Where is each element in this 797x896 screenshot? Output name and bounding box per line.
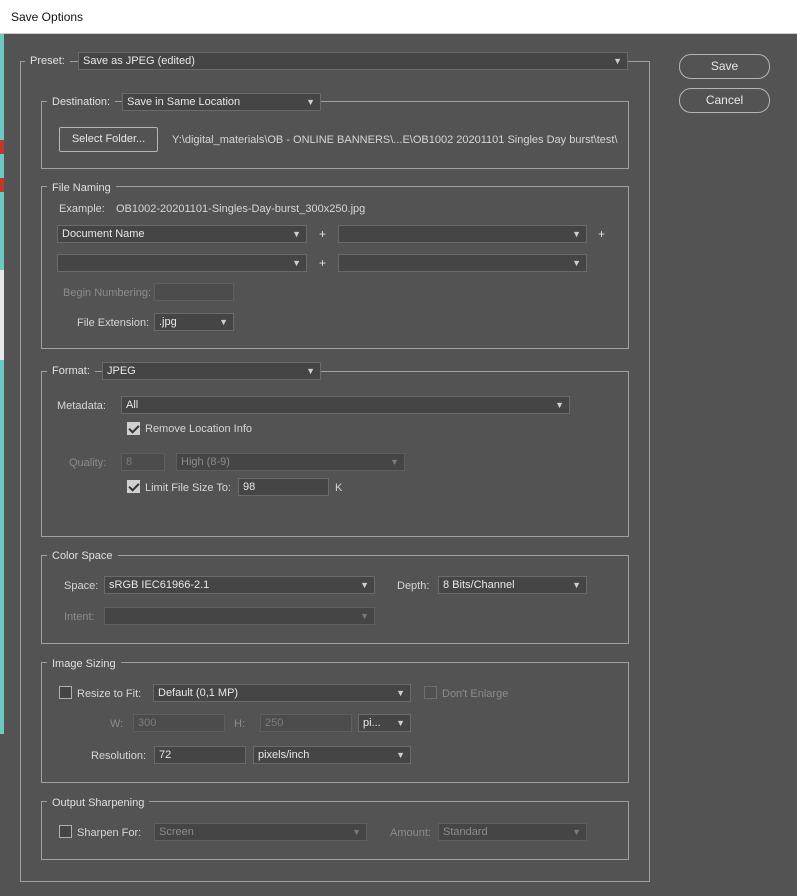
limit-file-size-checkbox[interactable] [127,480,140,493]
chevron-down-icon: ▼ [572,580,581,590]
preset-value: Save as JPEG (edited) [83,55,195,67]
begin-numbering-input[interactable] [154,283,234,301]
naming-field-2-dropdown[interactable]: ▼ [338,225,587,243]
height-input[interactable]: 250 [260,714,352,732]
depth-value: 8 Bits/Channel [443,579,515,591]
metadata-dropdown[interactable]: All ▼ [121,396,570,414]
chevron-down-icon: ▼ [572,229,581,239]
example-value: OB1002-20201101-Singles-Day-burst_300x25… [116,203,366,215]
destination-dropdown[interactable]: Save in Same Location ▼ [122,93,321,111]
resolution-unit-value: pixels/inch [258,749,310,761]
limit-file-size-unit: K [335,482,343,494]
resolution-input[interactable]: 72 [154,746,246,764]
naming-field-1-value: Document Name [62,228,145,240]
window-title: Save Options [11,10,84,24]
quality-preset-dropdown[interactable]: High (8-9) ▼ [176,453,405,471]
width-input[interactable]: 300 [133,714,225,732]
chevron-down-icon: ▼ [572,258,581,268]
resolution-label: Resolution: [91,750,147,762]
sharpen-for-dropdown[interactable]: Screen ▼ [154,823,367,841]
depth-dropdown[interactable]: 8 Bits/Channel ▼ [438,576,587,594]
chevron-down-icon: ▼ [306,366,315,376]
file-extension-value: .jpg [159,316,177,328]
save-button[interactable]: Save [679,54,770,79]
space-value: sRGB IEC61966-2.1 [109,579,210,591]
file-extension-label: File Extension: [77,317,150,329]
height-label: H: [234,718,245,730]
dont-enlarge-checkbox[interactable] [424,686,437,699]
chevron-down-icon: ▼ [572,827,581,837]
chevron-down-icon: ▼ [352,827,361,837]
intent-dropdown[interactable]: ▼ [104,607,375,625]
quality-label: Quality: [69,457,107,469]
plus-separator: + [319,227,327,241]
chevron-down-icon: ▼ [396,750,405,760]
begin-numbering-label: Begin Numbering: [63,287,152,299]
sharpen-for-value: Screen [159,826,194,838]
quality-input[interactable]: 8 [121,453,165,471]
chevron-down-icon: ▼ [292,229,301,239]
chevron-down-icon: ▼ [396,688,405,698]
title-bar: Save Options [0,0,797,34]
format-dropdown[interactable]: JPEG ▼ [102,362,321,380]
space-dropdown[interactable]: sRGB IEC61966-2.1 ▼ [104,576,375,594]
metadata-label: Metadata: [57,400,106,412]
destination-value: Save in Same Location [127,96,241,108]
remove-location-checkbox[interactable] [127,422,140,435]
destination-label: Destination: [47,95,116,109]
chevron-down-icon: ▼ [219,317,228,327]
size-unit-dropdown[interactable]: pi... ▼ [358,714,411,732]
format-label: Format: [47,364,95,378]
sharpen-for-checkbox[interactable] [59,825,72,838]
resize-to-fit-value: Default (0,1 MP) [158,687,239,699]
format-value: JPEG [107,365,136,377]
chevron-down-icon: ▼ [360,580,369,590]
file-naming-legend: File Naming [47,181,116,195]
plus-separator: + [598,227,606,241]
size-unit-value: pi... [363,717,381,729]
width-label: W: [110,718,124,730]
resize-to-fit-label: Resize to Fit: [77,688,142,700]
dont-enlarge-label: Don't Enlarge [442,688,509,700]
naming-field-1-dropdown[interactable]: Document Name ▼ [57,225,307,243]
quality-preset-value: High (8-9) [181,456,230,468]
resolution-unit-dropdown[interactable]: pixels/inch ▼ [253,746,411,764]
chevron-down-icon: ▼ [292,258,301,268]
amount-label: Amount: [390,827,431,839]
intent-label: Intent: [64,611,95,623]
depth-label: Depth: [397,580,430,592]
chevron-down-icon: ▼ [360,611,369,621]
limit-file-size-label: Limit File Size To: [145,482,231,494]
naming-field-3-dropdown[interactable]: ▼ [57,254,307,272]
cancel-button[interactable]: Cancel [679,88,770,113]
metadata-value: All [126,399,139,411]
preset-label: Preset: [25,54,70,68]
naming-field-4-dropdown[interactable]: ▼ [338,254,587,272]
image-sizing-legend: Image Sizing [47,657,121,671]
output-sharpening-legend: Output Sharpening [47,796,150,810]
chevron-down-icon: ▼ [555,400,564,410]
example-label: Example: [59,203,105,215]
select-folder-button[interactable]: Select Folder... [59,127,158,152]
amount-dropdown[interactable]: Standard ▼ [438,823,587,841]
sharpen-for-label: Sharpen For: [77,827,142,839]
amount-value: Standard [443,826,488,838]
color-space-legend: Color Space [47,549,118,563]
file-extension-dropdown[interactable]: .jpg ▼ [154,313,234,331]
plus-separator: + [319,256,327,270]
remove-location-label: Remove Location Info [145,423,253,435]
resize-to-fit-checkbox[interactable] [59,686,72,699]
space-label: Space: [64,580,99,592]
destination-path: Y:\digital_materials\OB - ONLINE BANNERS… [172,134,618,146]
preset-dropdown[interactable]: Save as JPEG (edited) ▼ [78,52,628,70]
chevron-down-icon: ▼ [613,56,622,66]
limit-file-size-input[interactable]: 98 [238,478,329,496]
color-space-group [41,555,629,644]
chevron-down-icon: ▼ [390,457,399,467]
chevron-down-icon: ▼ [306,97,315,107]
chevron-down-icon: ▼ [396,718,405,728]
resize-to-fit-dropdown[interactable]: Default (0,1 MP) ▼ [153,684,411,702]
